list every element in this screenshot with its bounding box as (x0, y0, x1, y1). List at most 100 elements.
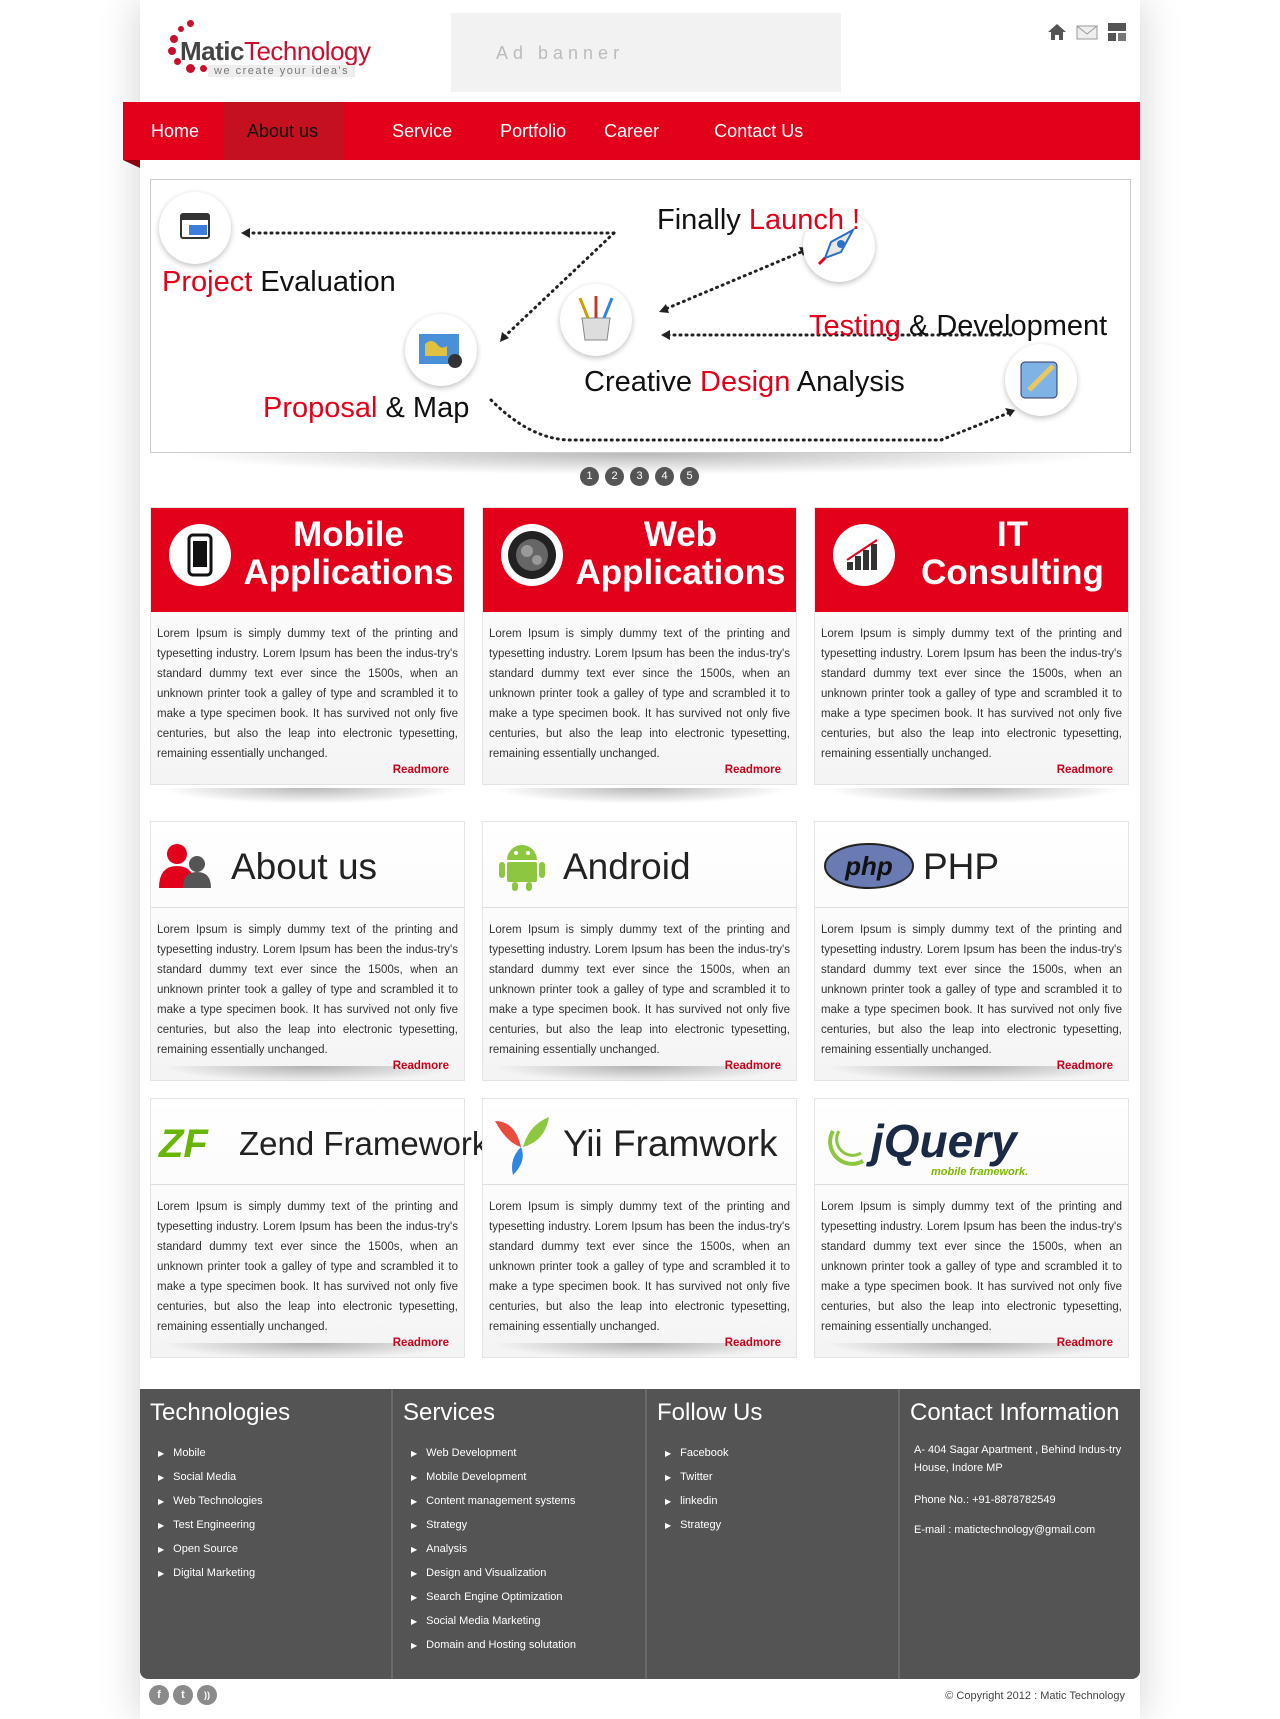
footer-link[interactable]: Facebook (665, 1441, 898, 1465)
mail-icon[interactable] (1076, 22, 1098, 42)
footer-link[interactable]: Social Media (158, 1465, 391, 1489)
card-header: About us (151, 822, 464, 908)
nav-contact-us[interactable]: Contact Us (659, 102, 803, 160)
card-title: Zend Framework (239, 1125, 489, 1162)
tech-card-android: Android Lorem Ipsum is simply dummy text… (482, 821, 797, 1081)
footer-link[interactable]: Design and Visualization (411, 1561, 645, 1585)
facebook-icon[interactable]: f (149, 1685, 169, 1705)
pager-dot[interactable]: 2 (605, 467, 624, 486)
process-slider: Project Evaluation Proposal & Map Creati… (150, 179, 1131, 453)
footer-contact: Contact Information A- 404 Sagar Apartme… (900, 1389, 1140, 1679)
tech-card-about: About us Lorem Ipsum is simply dummy tex… (150, 821, 465, 1081)
footer-heading: Contact Information (910, 1399, 1120, 1426)
footer-link[interactable]: Open Source (158, 1537, 391, 1561)
nav-portfolio[interactable]: Portfolio (452, 102, 566, 160)
tech-card-jquery: jQuery mobile framework. Lorem Ipsum is … (814, 1098, 1129, 1358)
jquery-logo-icon: jQuery mobile framework. (828, 1115, 1028, 1178)
card-title: About us (231, 846, 378, 887)
card-text: Lorem Ipsum is simply dummy text of the … (489, 924, 790, 1056)
tech-card-yii: Yii Framwork Lorem Ipsum is simply dummy… (482, 1098, 797, 1358)
card-header: Android (483, 822, 796, 908)
step-finally-launch: Finally Launch ! (657, 204, 861, 236)
nav-career[interactable]: Career (566, 102, 659, 160)
android-icon (499, 845, 545, 891)
footer: Technologies Mobile Social Media Web Tec… (140, 1389, 1140, 1679)
footer-link[interactable]: Web Technologies (158, 1489, 391, 1513)
svg-text:php: php (844, 851, 893, 881)
readmore-link[interactable]: Readmore (151, 764, 464, 784)
tech-card-php: php PHP Lorem Ipsum is simply dummy text… (814, 821, 1129, 1081)
footer-link[interactable]: Mobile (158, 1441, 391, 1465)
slider-pager: 1 2 3 4 5 (580, 467, 699, 486)
contact-email[interactable]: E-mail : matictechnology@gmail.com (910, 1521, 1140, 1539)
yii-logo-icon (495, 1117, 549, 1175)
card-shadow (492, 788, 792, 804)
service-card-mobile: Mobile Applications Lorem Ipsum is simply… (150, 507, 465, 785)
pager-dot[interactable]: 1 (580, 467, 599, 486)
card-shadow (824, 788, 1124, 804)
card-header: php PHP (815, 822, 1128, 908)
evaluation-bubble (159, 192, 231, 264)
footer-link[interactable]: Digital Marketing (158, 1561, 391, 1585)
nav-service[interactable]: Service (344, 102, 452, 160)
footer-link[interactable]: Strategy (665, 1513, 898, 1537)
zend-logo-icon: ZF (158, 1123, 209, 1163)
card-header: Mobile Applications (151, 508, 464, 612)
footer-technologies: Technologies Mobile Social Media Web Tec… (140, 1389, 393, 1679)
php-logo-icon: php (824, 843, 914, 889)
pager-dot[interactable]: 4 (655, 467, 674, 486)
card-text: Lorem Ipsum is simply dummy text of the … (157, 1201, 458, 1333)
card-text: Lorem Ipsum is simply dummy text of the … (821, 628, 1122, 760)
logo-text: MaticTechnology (180, 36, 371, 66)
service-card-web: Web Applications Lorem Ipsum is simply du… (482, 507, 797, 785)
ad-banner[interactable]: Ad banner (451, 13, 841, 92)
card-shadow (160, 1343, 460, 1359)
users-icon (159, 844, 211, 888)
contact-address: A- 404 Sagar Apartment , Behind Indus-tr… (914, 1444, 1122, 1474)
social-icons: f t )) (149, 1685, 217, 1705)
footer-link[interactable]: Strategy (411, 1513, 645, 1537)
footer-link[interactable]: Search Engine Optimization (411, 1585, 645, 1609)
svg-text:ZF: ZF (158, 1123, 209, 1163)
tumblr-icon[interactable]: t (173, 1685, 193, 1705)
sitemap-icon[interactable] (1106, 22, 1128, 42)
card-title: IT Consulting (921, 515, 1104, 592)
mobile-phone-icon (169, 524, 231, 586)
card-text: Lorem Ipsum is simply dummy text of the … (157, 924, 458, 1056)
footer-link[interactable]: linkedin (665, 1489, 898, 1513)
footer-heading: Services (403, 1399, 496, 1426)
gears-icon (501, 524, 563, 586)
proposal-bubble (405, 314, 477, 386)
card-title: Mobile Applications (243, 515, 454, 592)
rss-icon[interactable]: )) (197, 1685, 217, 1705)
readmore-link[interactable]: Readmore (815, 764, 1128, 784)
footer-link[interactable]: Twitter (665, 1465, 898, 1489)
footer-link[interactable]: Content management systems (411, 1489, 645, 1513)
footer-link[interactable]: Analysis (411, 1537, 645, 1561)
footer-link[interactable]: Domain and Hosting solutation (411, 1633, 645, 1657)
contact-phone: Phone No.: +91-8878782549 (914, 1494, 1056, 1506)
footer-link[interactable]: Social Media Marketing (411, 1609, 645, 1633)
nav-home[interactable]: Home (132, 102, 224, 160)
footer-link[interactable]: Web Development (411, 1441, 645, 1465)
card-header: Yii Framwork (483, 1099, 796, 1185)
bar-chart-icon (833, 524, 895, 586)
top-icons (1046, 22, 1128, 42)
card-text: Lorem Ipsum is simply dummy text of the … (157, 628, 458, 760)
footer-link[interactable]: Test Engineering (158, 1513, 391, 1537)
logo[interactable]: MaticTechnology we create your idea's (162, 20, 392, 80)
svg-text:mobile framework.: mobile framework. (931, 1166, 1028, 1178)
footer-follow: Follow Us Facebook Twitter linkedin Stra… (647, 1389, 900, 1679)
nav-about-us[interactable]: About us (224, 102, 345, 160)
card-shadow (160, 1066, 460, 1082)
pager-dot[interactable]: 3 (630, 467, 649, 486)
paint-brushes-icon (578, 296, 614, 341)
card-title: Yii Framwork (563, 1123, 778, 1164)
readmore-link[interactable]: Readmore (483, 764, 796, 784)
step-creative-design: Creative Design Analysis (584, 366, 905, 398)
main-nav: Home About us Service Portfolio Career C… (123, 102, 1140, 168)
home-icon[interactable] (1046, 22, 1068, 42)
footer-link[interactable]: Mobile Development (411, 1465, 645, 1489)
svg-text:jQuery: jQuery (866, 1115, 1019, 1167)
pager-dot[interactable]: 5 (680, 467, 699, 486)
